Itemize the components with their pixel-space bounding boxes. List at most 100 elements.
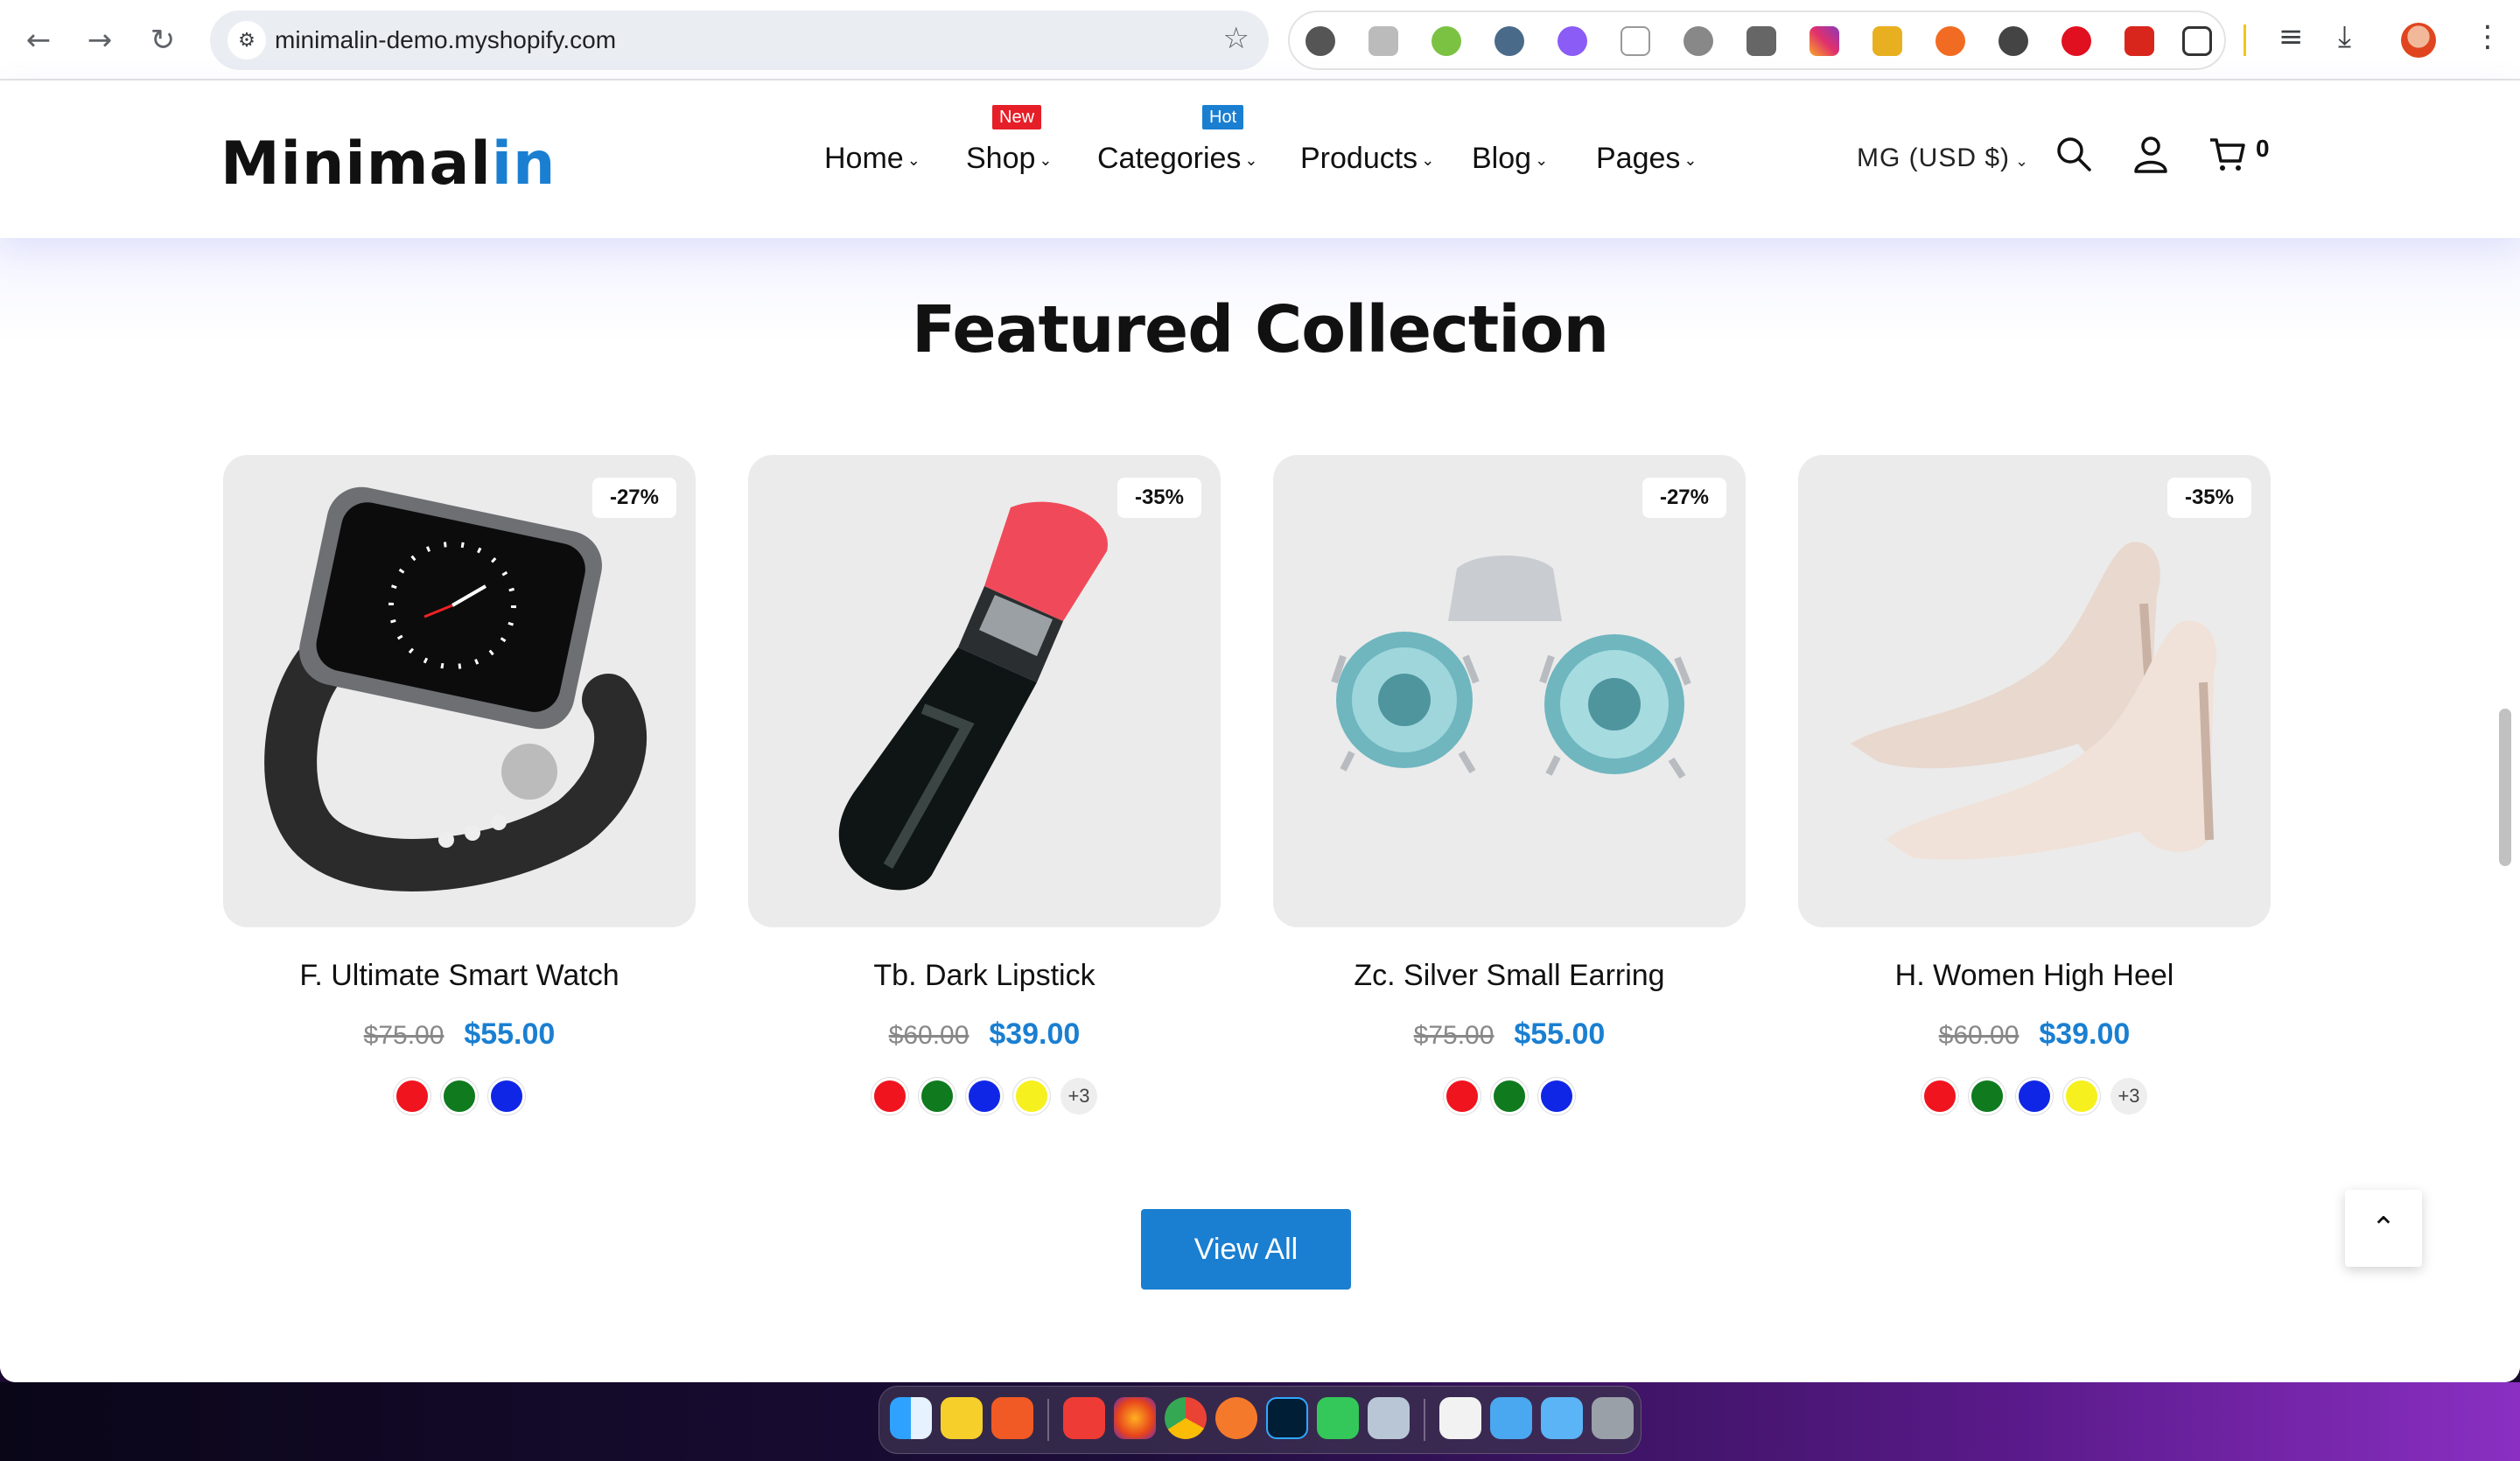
back-to-top-button[interactable]: ⌃ xyxy=(2345,1190,2422,1267)
device-extension-icon[interactable] xyxy=(1620,26,1650,56)
back-button[interactable]: ← xyxy=(19,21,58,59)
discount-badge: -35% xyxy=(1116,478,1201,518)
instagram-extension-icon[interactable] xyxy=(1810,26,1839,56)
download-icon[interactable]: ⤓ xyxy=(2338,19,2351,54)
nav-blog[interactable]: Blog ⌄ xyxy=(1472,142,1548,176)
product-image[interactable]: -27% xyxy=(223,455,696,927)
messages-icon[interactable] xyxy=(1317,1397,1359,1439)
smartwatch-image xyxy=(264,486,647,891)
nav-categories[interactable]: Categories ⌄ xyxy=(1097,142,1258,176)
finder-icon[interactable] xyxy=(890,1397,932,1439)
currency-selector[interactable]: MG (USD $) ⌄ xyxy=(1857,143,2029,173)
product-title[interactable]: H. Women High Heel xyxy=(1798,959,2271,993)
cart-count: 0 xyxy=(2256,135,2270,162)
site-info-icon[interactable]: ⚙ xyxy=(228,21,266,59)
search-icon[interactable] xyxy=(2054,135,2093,173)
sync-extension-icon[interactable] xyxy=(1936,26,1965,56)
url-text[interactable]: minimalin-demo.myshopify.com xyxy=(275,26,616,54)
product-card[interactable]: -35% Tb. Dark Lipstick $60.00 $39.00 +3 xyxy=(748,455,1221,1115)
anydesk-icon[interactable] xyxy=(1063,1397,1105,1439)
chevron-down-icon: ⌄ xyxy=(906,150,920,170)
translate-extension-icon[interactable] xyxy=(1368,26,1398,56)
notes-icon[interactable] xyxy=(941,1397,983,1439)
menu-kebab-icon[interactable]: ⋮ xyxy=(2473,19,2502,54)
nav-pages[interactable]: Pages ⌄ xyxy=(1596,142,1698,176)
view-all-button[interactable]: View All xyxy=(1141,1209,1351,1290)
swatch-green[interactable] xyxy=(441,1078,478,1115)
qr-extension-icon[interactable] xyxy=(1746,26,1776,56)
nav-label: Categories xyxy=(1097,142,1242,175)
discount-badge: -27% xyxy=(1642,478,1726,518)
robot-extension-icon[interactable] xyxy=(1306,26,1335,56)
address-bar[interactable]: ⚙ minimalin-demo.myshopify.com ☆ xyxy=(210,10,1269,70)
cart-icon[interactable] xyxy=(2208,135,2247,173)
swatch-green[interactable] xyxy=(1969,1078,2006,1115)
brave-icon[interactable] xyxy=(991,1397,1033,1439)
nav-label: Home xyxy=(824,142,904,175)
lipstick-image xyxy=(838,501,1108,891)
swatch-green[interactable] xyxy=(919,1078,956,1115)
swatch-red[interactable] xyxy=(1444,1078,1480,1115)
swatch-yellow[interactable] xyxy=(1013,1078,1050,1115)
globe-extension-icon[interactable] xyxy=(1494,26,1524,56)
site-logo[interactable]: Minimalin xyxy=(220,129,556,199)
product-title[interactable]: F. Ultimate Smart Watch xyxy=(223,959,696,993)
nav-shop[interactable]: Shop ⌄ xyxy=(966,142,1053,176)
firefox-icon[interactable] xyxy=(1114,1397,1156,1439)
shield-extension-icon[interactable] xyxy=(1684,26,1713,56)
main-content: Featured Collection -27% F. Ultimate Sma… xyxy=(0,238,2520,1382)
swatch-blue[interactable] xyxy=(488,1078,525,1115)
product-image[interactable]: -35% xyxy=(748,455,1221,927)
swatch-blue[interactable] xyxy=(966,1078,1003,1115)
chevron-down-icon: ⌄ xyxy=(1535,150,1549,170)
swatch-red[interactable] xyxy=(872,1078,908,1115)
opera-extension-icon[interactable] xyxy=(2062,26,2091,56)
discount-badge: -35% xyxy=(2166,478,2251,518)
mail-extension-icon[interactable] xyxy=(1872,26,1902,56)
profile-avatar[interactable] xyxy=(2401,23,2436,58)
product-image[interactable]: -35% xyxy=(1798,455,2271,927)
product-image[interactable]: -27% xyxy=(1273,455,1746,927)
blender-icon[interactable] xyxy=(1215,1397,1257,1439)
swatch-blue[interactable] xyxy=(2016,1078,2053,1115)
sale-price: $39.00 xyxy=(2039,1017,2131,1051)
product-card[interactable]: -27% F. Ultimate Smart Watch $75.00 $55.… xyxy=(223,455,696,1115)
pdf-extension-icon[interactable] xyxy=(2124,26,2154,56)
swatch-yellow[interactable] xyxy=(2063,1078,2100,1115)
product-card[interactable]: -27% Zc. Silver Small Earring $75.00 $55… xyxy=(1273,455,1746,1115)
star-icon[interactable]: ☆ xyxy=(1223,21,1250,56)
chrome-icon[interactable] xyxy=(1165,1397,1207,1439)
product-prices: $75.00 $55.00 xyxy=(223,1017,696,1052)
puzzle-extensions-icon[interactable] xyxy=(2182,26,2212,56)
page-scrollbar[interactable] xyxy=(2499,709,2511,866)
folder-icon[interactable] xyxy=(1541,1397,1583,1439)
photoshop-icon[interactable] xyxy=(1266,1397,1308,1439)
swatch-blue[interactable] xyxy=(1538,1078,1575,1115)
forward-button[interactable]: → xyxy=(80,21,119,59)
toolbar-divider xyxy=(2244,24,2246,56)
reading-list-icon[interactable]: ≡ xyxy=(2278,19,2304,54)
sale-price: $39.00 xyxy=(989,1017,1081,1051)
nav-products[interactable]: Products ⌄ xyxy=(1300,142,1434,176)
product-title[interactable]: Zc. Silver Small Earring xyxy=(1273,959,1746,993)
nav-label: Shop xyxy=(966,142,1036,175)
privacy-extension-icon[interactable] xyxy=(1998,26,2028,56)
k-extension-icon[interactable] xyxy=(1558,26,1587,56)
swatch-red[interactable] xyxy=(394,1078,430,1115)
reload-button[interactable]: ↻ xyxy=(144,21,182,59)
textedit-icon[interactable] xyxy=(1439,1397,1481,1439)
trash-icon[interactable] xyxy=(1592,1397,1634,1439)
user-icon[interactable] xyxy=(2132,135,2170,173)
product-title[interactable]: Tb. Dark Lipstick xyxy=(748,959,1221,993)
more-colors[interactable]: +3 xyxy=(1060,1078,1097,1115)
android-extension-icon[interactable] xyxy=(1432,26,1461,56)
more-colors[interactable]: +3 xyxy=(2110,1078,2147,1115)
swatch-green[interactable] xyxy=(1491,1078,1528,1115)
nav-home[interactable]: Home ⌄ xyxy=(824,142,920,176)
discount-badge: -27% xyxy=(592,478,676,518)
color-swatches: +3 xyxy=(1798,1078,2271,1115)
product-card[interactable]: -35% H. Women High Heel $60.00 $39.00 +3 xyxy=(1798,455,2271,1115)
preview-icon[interactable] xyxy=(1368,1397,1410,1439)
appstore-folder-icon[interactable] xyxy=(1490,1397,1532,1439)
swatch-red[interactable] xyxy=(1922,1078,1958,1115)
